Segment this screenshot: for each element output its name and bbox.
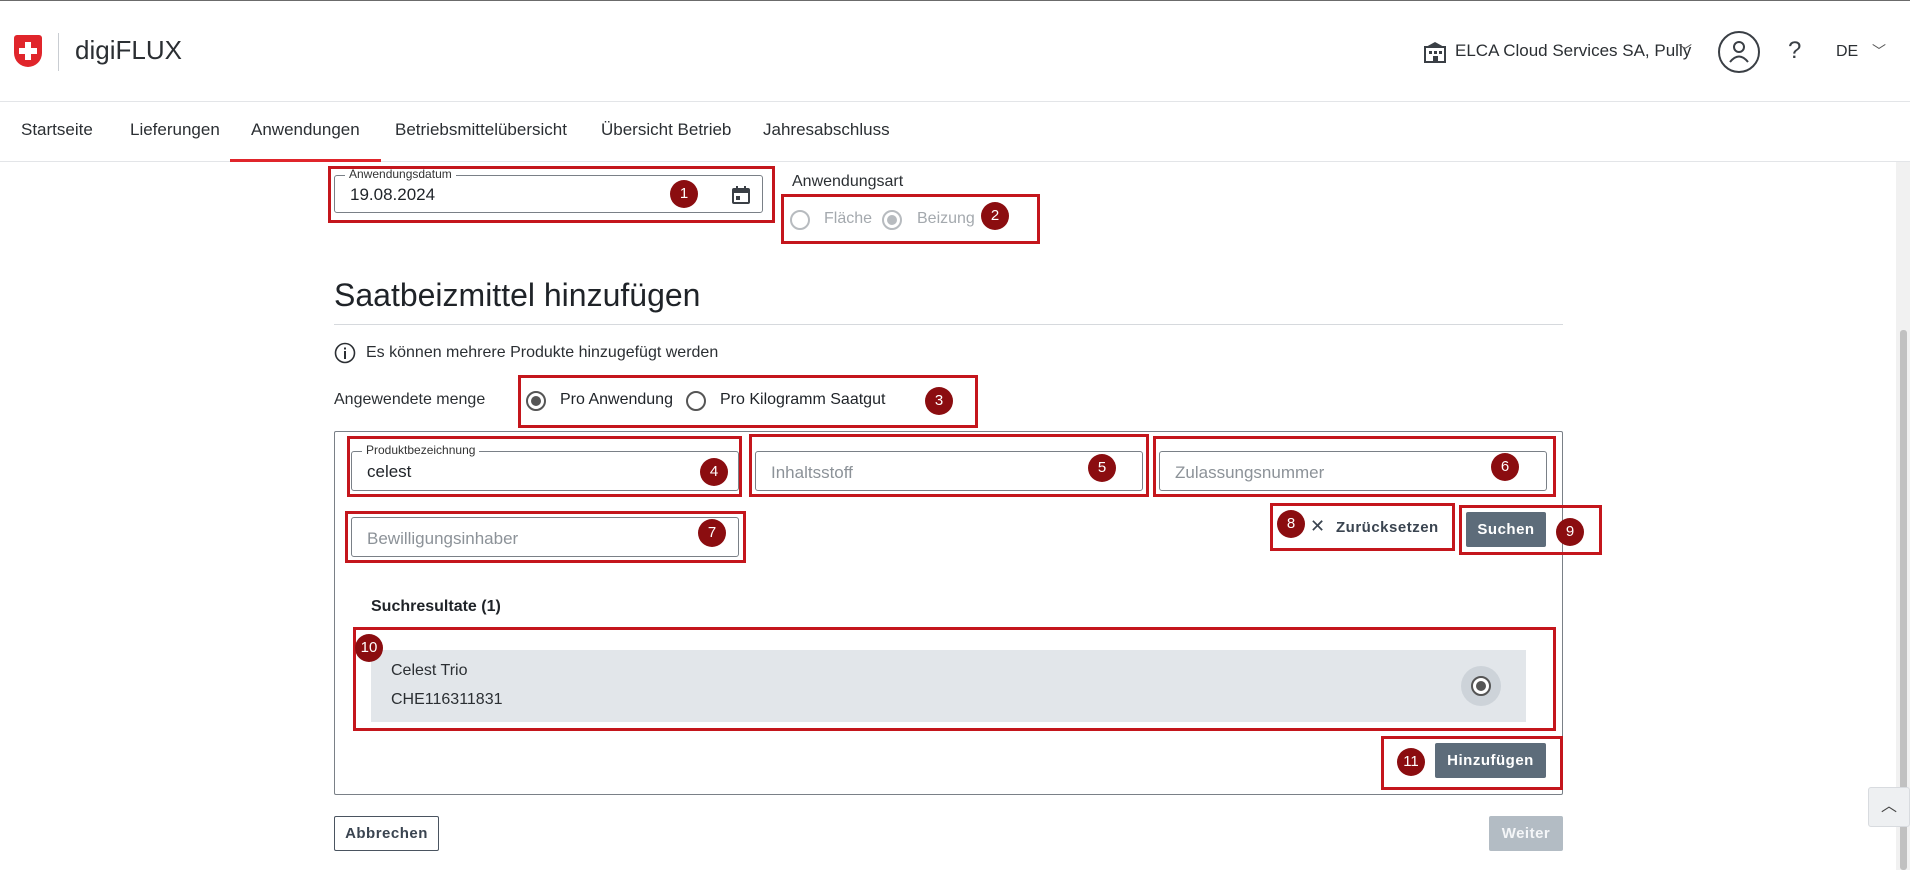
annotation-box-7 (345, 511, 746, 563)
chevron-up-icon: ︿ (1880, 798, 1897, 815)
section-divider (334, 324, 1563, 325)
language-selector[interactable]: DE (1836, 43, 1858, 61)
scroll-to-top-button[interactable]: ︿ (1868, 787, 1910, 827)
tab-startseite[interactable]: Startseite (0, 102, 114, 162)
app-title[interactable]: digiFLUX (75, 35, 182, 66)
building-icon[interactable] (1423, 41, 1447, 63)
annotation-marker-11: 11 (1397, 748, 1425, 776)
annotation-marker-5: 5 (1088, 454, 1116, 482)
annotation-marker-9: 9 (1556, 518, 1584, 546)
annotation-marker-8: 8 (1277, 510, 1305, 538)
section-title: Saatbeizmittel hinzufügen (334, 277, 701, 313)
main-navigation: Startseite Lieferungen Anwendungen Betri… (0, 102, 1910, 162)
annotation-box-3 (518, 375, 978, 428)
tab-uebersicht-betrieb[interactable]: Übersicht Betrieb (580, 102, 752, 162)
annotation-marker-3: 3 (925, 387, 953, 415)
results-title: Suchresultate (1) (371, 598, 501, 615)
info-text: Es können mehrere Produkte hinzugefügt w… (366, 344, 719, 361)
top-header: digiFLUX ELCA Cloud Services SA, Pully ﹀… (0, 0, 1910, 102)
swiss-shield-logo-icon[interactable] (14, 35, 42, 67)
annotation-marker-4: 4 (700, 458, 728, 486)
annotation-box-4 (347, 436, 742, 497)
tab-betriebsmitteluebersicht[interactable]: Betriebsmittelübersicht (374, 102, 588, 162)
app-root: digiFLUX ELCA Cloud Services SA, Pully ﹀… (0, 0, 1910, 870)
tab-anwendungen[interactable]: Anwendungen (230, 102, 381, 162)
annotation-marker-6: 6 (1491, 453, 1519, 481)
next-button[interactable]: Weiter (1489, 816, 1563, 851)
tab-jahresabschluss[interactable]: Jahresabschluss (742, 102, 911, 162)
application-type-label: Anwendungsart (792, 173, 904, 190)
info-icon (334, 342, 356, 364)
annotation-box-1 (328, 166, 775, 223)
help-icon[interactable]: ? (1788, 37, 1801, 65)
annotation-marker-7: 7 (698, 519, 726, 547)
chevron-down-icon[interactable]: ﹀ (1872, 41, 1886, 61)
annotation-box-10 (353, 627, 1556, 731)
tab-lieferungen[interactable]: Lieferungen (109, 102, 241, 162)
annotation-marker-1: 1 (670, 180, 698, 208)
quantity-label: Angewendete menge (334, 391, 486, 408)
chevron-down-icon[interactable]: ﹀ (1678, 41, 1692, 61)
organization-selector[interactable]: ELCA Cloud Services SA, Pully (1455, 41, 1691, 61)
cancel-button[interactable]: Abbrechen (334, 816, 439, 851)
logo-divider (58, 33, 59, 71)
annotation-marker-2: 2 (981, 202, 1009, 230)
annotation-marker-10: 10 (355, 634, 383, 662)
user-avatar-icon[interactable] (1718, 31, 1760, 73)
